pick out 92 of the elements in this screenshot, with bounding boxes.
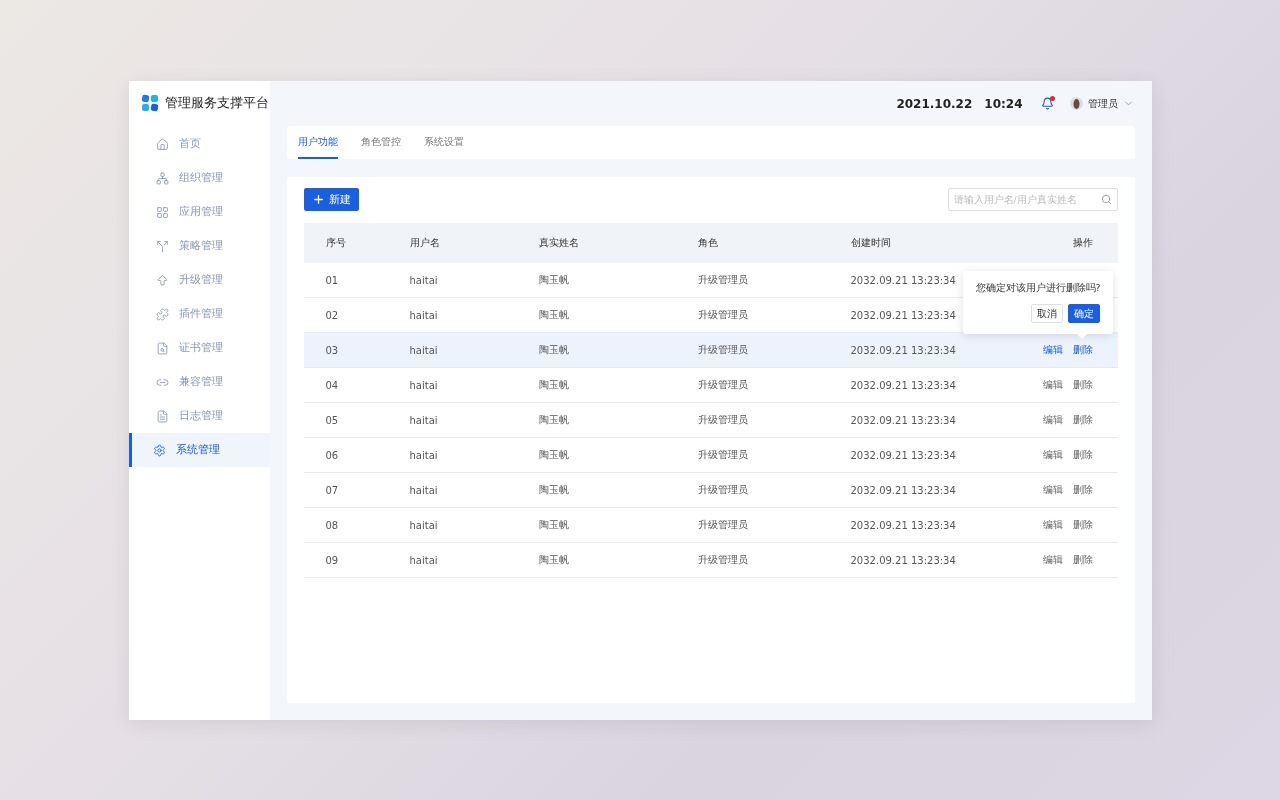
app-title: 管理服务支撑平台	[164, 94, 269, 112]
table-cell-text: 升级管理员	[697, 378, 749, 392]
table-cell-text: 06	[325, 449, 340, 461]
edit-link[interactable]: 编辑	[1042, 483, 1063, 497]
table-cell-text: 陶玉帆	[538, 273, 570, 287]
table-cell-text: 升级管理员	[697, 448, 749, 462]
delete-link[interactable]: 删除	[1072, 343, 1093, 357]
table-cell-text: 升级管理员	[697, 483, 749, 497]
column-header: 序号	[325, 236, 347, 250]
table-cell-text: 2032.09.21 13:23:34	[850, 519, 957, 531]
table-cell-text: 升级管理员	[697, 553, 749, 567]
column-header: 角色	[697, 236, 719, 250]
home-icon	[155, 137, 169, 151]
table-cell-text: 升级管理员	[697, 518, 749, 532]
delete-link[interactable]: 删除	[1072, 553, 1093, 567]
cert-icon	[155, 341, 169, 355]
column-header: 创建时间	[850, 236, 892, 250]
table-cell-text: 陶玉帆	[538, 483, 570, 497]
search-field[interactable]: 请输入用户名/用户真实姓名	[947, 188, 1118, 211]
plus-icon	[311, 193, 325, 206]
confirm-button[interactable]: 确定	[1067, 304, 1100, 323]
edit-link[interactable]: 编辑	[1042, 343, 1063, 357]
table-cell-text: 陶玉帆	[538, 448, 570, 462]
delete-link[interactable]: 删除	[1072, 378, 1093, 392]
table-cell-text: 07	[325, 484, 340, 496]
avatar-icon[interactable]	[1069, 97, 1083, 110]
confirm-message: 您确定对该用户进行删除吗?	[975, 282, 1100, 295]
sidebar-item[interactable]: 系统管理	[128, 433, 270, 467]
edit-link[interactable]: 编辑	[1042, 378, 1063, 392]
column-header: 真实姓名	[538, 236, 580, 250]
table-cell-text: haitai	[409, 414, 439, 426]
log-icon	[155, 409, 169, 423]
logo-icon	[140, 94, 159, 112]
table-cell-text: 2032.09.21 13:23:34	[850, 309, 957, 321]
edit-link[interactable]: 编辑	[1042, 413, 1063, 427]
date-text: 2021.10.22	[896, 96, 973, 111]
org-icon	[155, 171, 169, 185]
table-cell-text: haitai	[409, 274, 439, 286]
new-button[interactable]: 新建	[303, 188, 359, 211]
table-cell-text: 2032.09.21 13:23:34	[850, 449, 957, 461]
user-name[interactable]: 管理员	[1087, 96, 1118, 111]
time-text: 10:24	[984, 96, 1023, 111]
table-cell-text: 陶玉帆	[538, 413, 570, 427]
table-cell-text: 2032.09.21 13:23:34	[850, 379, 957, 391]
cancel-button[interactable]: 取消	[1030, 304, 1063, 323]
apps-icon	[155, 205, 169, 219]
search-icon[interactable]	[1100, 194, 1112, 205]
edit-link[interactable]: 编辑	[1042, 448, 1063, 462]
table-cell-text: haitai	[409, 309, 439, 321]
tab[interactable]: 系统设置	[423, 126, 464, 159]
table-cell-text: haitai	[409, 519, 439, 531]
column-header: 用户名	[409, 236, 441, 250]
delete-link[interactable]: 删除	[1072, 413, 1093, 427]
edit-link[interactable]: 编辑	[1042, 553, 1063, 567]
notification-bell-icon[interactable]	[1040, 97, 1054, 110]
table-cell-text: 09	[325, 554, 340, 566]
edit-link[interactable]: 编辑	[1042, 518, 1063, 532]
table-cell-text: 2032.09.21 13:23:34	[850, 344, 957, 356]
table-cell-text: haitai	[409, 344, 439, 356]
table-cell-text: 2032.09.21 13:23:34	[850, 484, 957, 496]
delete-link[interactable]: 删除	[1072, 518, 1093, 532]
table-cell-text: 2032.09.21 13:23:34	[850, 274, 957, 286]
tab[interactable]: 角色管控	[360, 126, 401, 159]
table-cell-text: 04	[325, 379, 340, 391]
table-cell-text: haitai	[409, 379, 439, 391]
table-cell-text: 升级管理员	[697, 308, 749, 322]
table-cell-text: 陶玉帆	[538, 518, 570, 532]
policy-icon	[155, 239, 169, 253]
table-cell-text: 升级管理员	[697, 343, 749, 357]
delete-link[interactable]: 删除	[1072, 483, 1093, 497]
table-cell-text: 陶玉帆	[538, 553, 570, 567]
table-cell-text: 2032.09.21 13:23:34	[850, 554, 957, 566]
upgrade-icon	[155, 273, 169, 287]
table-cell-text: haitai	[409, 484, 439, 496]
tab[interactable]: 用户功能	[297, 126, 338, 159]
column-header: 操作	[1071, 236, 1093, 250]
table-cell-text: 升级管理员	[697, 413, 749, 427]
delete-link[interactable]: 删除	[1072, 448, 1093, 462]
table-cell-text: 升级管理员	[697, 273, 749, 287]
table-cell-text: 2032.09.21 13:23:34	[850, 414, 957, 426]
table-cell-text: 陶玉帆	[538, 378, 570, 392]
table-cell-text: 01	[325, 274, 340, 286]
table-cell-text: haitai	[409, 449, 439, 461]
system-icon	[152, 443, 166, 457]
table-cell-text: 05	[325, 414, 340, 426]
table-cell-text: 02	[325, 309, 340, 321]
table-cell-text: 03	[325, 344, 340, 356]
table-cell-text: 陶玉帆	[538, 343, 570, 357]
table-cell-text: haitai	[409, 554, 439, 566]
table-cell-text: 陶玉帆	[538, 308, 570, 322]
table-cell-text: 08	[325, 519, 340, 531]
plugin-icon	[155, 307, 169, 321]
